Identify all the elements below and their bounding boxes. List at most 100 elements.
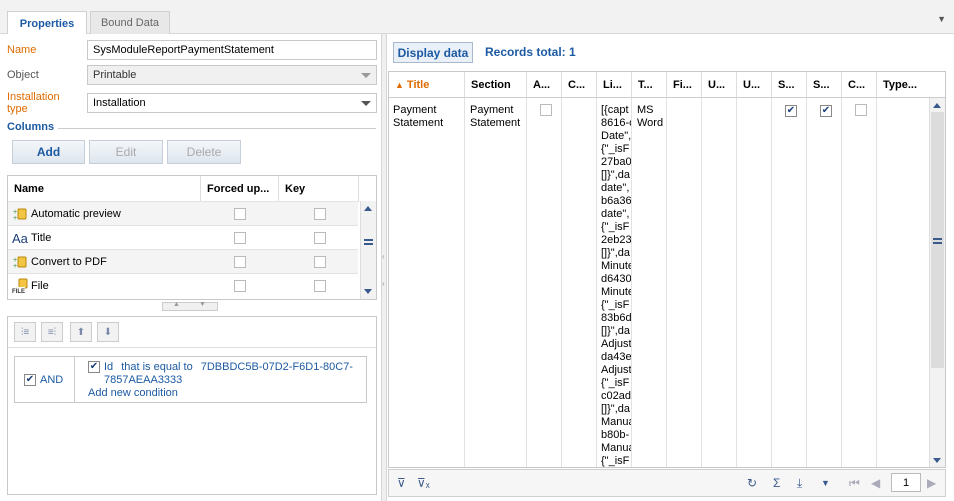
group-conditions-icon[interactable]: ⫶≡: [14, 322, 36, 342]
installation-type-select[interactable]: Installation: [87, 93, 377, 113]
column-header-title[interactable]: ▲ Title: [389, 72, 465, 98]
panel-menu-icon[interactable]: ▼: [937, 14, 946, 24]
key-checkbox[interactable]: [314, 202, 326, 226]
page-number-input[interactable]: 1: [891, 473, 921, 492]
cell-s2-checkbox[interactable]: ✔: [820, 104, 832, 117]
column-header-fi[interactable]: Fi...: [667, 72, 702, 98]
move-down-icon[interactable]: ⬇: [97, 322, 119, 342]
scroll-up-icon[interactable]: [364, 206, 372, 211]
scroll-down-icon[interactable]: [364, 289, 372, 294]
condition-checkbox[interactable]: ✔: [88, 361, 100, 373]
column-header-c2[interactable]: C...: [842, 72, 877, 98]
key-checkbox[interactable]: [314, 274, 326, 298]
column-c: [562, 98, 597, 467]
dropdown-arrow-icon: [361, 73, 371, 78]
dropdown-arrow-icon[interactable]: [361, 101, 371, 106]
forced-update-checkbox[interactable]: [234, 226, 246, 250]
column-header-u2[interactable]: U...: [737, 72, 772, 98]
column-header-forced-update[interactable]: Forced up...: [201, 176, 279, 202]
scroll-thumb-icon[interactable]: [364, 239, 373, 245]
move-up-icon[interactable]: ⬆: [70, 322, 92, 342]
column-header-t[interactable]: T...: [632, 72, 667, 98]
display-data-button[interactable]: Display data: [393, 42, 473, 63]
forced-update-checkbox[interactable]: [234, 250, 246, 274]
key-checkbox[interactable]: [314, 226, 326, 250]
cell-list-line: Adjust: [601, 364, 631, 376]
column-u1: [702, 98, 737, 467]
next-page-icon[interactable]: ▶: [927, 476, 936, 490]
column-header-name[interactable]: Name: [8, 176, 201, 202]
cell-title-line1: Payment: [393, 104, 437, 116]
cell-list-line: 2eb23: [601, 234, 631, 246]
clear-filter-icon[interactable]: ⊽ₓ: [417, 476, 430, 490]
splitter-up-icon[interactable]: ▲: [173, 301, 180, 308]
collapse-left-icon[interactable]: ‹: [382, 252, 386, 264]
horizontal-splitter[interactable]: ▲ ▼: [162, 301, 218, 311]
and-checkbox[interactable]: ✔: [24, 374, 36, 386]
column-header-s1[interactable]: S...: [772, 72, 807, 98]
column-header-key[interactable]: Key: [279, 176, 359, 202]
cell-list-line: {"_isF: [601, 143, 630, 155]
delete-column-button[interactable]: Delete: [167, 140, 241, 164]
export-icon[interactable]: ⤓: [797, 476, 802, 491]
ungroup-conditions-icon[interactable]: ≡⫶: [41, 322, 63, 342]
condition-value-continued[interactable]: 7857AEAA3333: [104, 374, 182, 386]
column-header-c[interactable]: C...: [562, 72, 597, 98]
forced-update-checkbox[interactable]: [234, 202, 246, 226]
cell-c2-checkbox[interactable]: [855, 104, 867, 119]
summary-icon[interactable]: Σ: [773, 476, 780, 490]
key-checkbox[interactable]: [314, 250, 326, 274]
columns-grid: Name Forced up... Key + + Automatic previ…: [7, 175, 377, 300]
cell-list-line: {"_isF: [601, 221, 630, 233]
cell-list-line: 27ba0: [601, 156, 631, 168]
condition-operator[interactable]: that is equal to: [121, 361, 193, 373]
cell-list-line: {"_isF: [601, 377, 630, 389]
data-grid-scrollbar[interactable]: [929, 98, 945, 467]
scroll-up-icon[interactable]: [933, 103, 941, 108]
more-icon[interactable]: ▼: [821, 478, 830, 488]
previous-page-icon[interactable]: ◀: [871, 476, 880, 490]
table-row[interactable]: Aa Title: [8, 225, 358, 249]
scroll-grip-icon[interactable]: [933, 238, 942, 244]
splitter-down-icon[interactable]: ▼: [199, 301, 206, 308]
column-header-s2[interactable]: S...: [807, 72, 842, 98]
cell-s1-checkbox[interactable]: ✔: [785, 104, 797, 117]
edit-column-button[interactable]: Edit: [89, 140, 163, 164]
cell-type[interactable]: MS Word: [637, 104, 663, 130]
grid-footer: ⊽ ⊽ₓ ↻ Σ ⤓ ▼ ⏮ ◀ 1 ▶: [388, 469, 946, 497]
column-header-section[interactable]: Section: [465, 72, 527, 98]
column-header-u1[interactable]: U...: [702, 72, 737, 98]
filter-icon[interactable]: ⊽: [397, 476, 406, 490]
table-row[interactable]: FILE File: [8, 273, 358, 297]
table-row[interactable]: + + Automatic preview: [8, 201, 358, 225]
cell-title[interactable]: Payment Statement: [393, 104, 443, 130]
add-column-button[interactable]: Add: [12, 140, 85, 164]
refresh-icon[interactable]: ↻: [747, 476, 757, 490]
name-label: Name: [7, 44, 37, 56]
name-field[interactable]: SysModuleReportPaymentStatement: [87, 40, 377, 60]
cell-list-line: da43e: [601, 351, 631, 363]
forced-update-checkbox[interactable]: [234, 274, 246, 298]
collapse-right-icon[interactable]: ›: [382, 279, 386, 291]
column-header-type[interactable]: Type...: [877, 72, 945, 98]
tab-properties[interactable]: Properties: [7, 11, 87, 35]
column-header-li[interactable]: Li...: [597, 72, 632, 98]
table-row[interactable]: + + Convert to PDF: [8, 249, 358, 273]
column-header-a[interactable]: A...: [527, 72, 562, 98]
first-page-icon[interactable]: ⏮: [849, 476, 860, 491]
filter-condition[interactable]: ✔ Id that is equal to 7DBBDC5B-07D2-F6D1…: [88, 361, 353, 373]
condition-column[interactable]: Id: [104, 361, 113, 373]
tab-bound-data[interactable]: Bound Data: [90, 11, 170, 34]
lookup-column-icon: + +: [12, 250, 28, 274]
section-divider: [58, 128, 376, 129]
svg-text:+: +: [13, 263, 17, 270]
add-condition-link[interactable]: Add new condition: [88, 387, 178, 399]
scroll-down-icon[interactable]: [933, 458, 941, 463]
columns-scrollbar[interactable]: [360, 201, 376, 299]
cell-section[interactable]: Payment Statement: [470, 104, 520, 130]
and-operator[interactable]: ✔ AND: [24, 374, 63, 386]
cell-list-line: d6430: [601, 273, 631, 285]
cell-a-checkbox[interactable]: [540, 104, 552, 119]
cell-list[interactable]: [{capt8616-cDate",{"_isF27ba0[]}",dadate…: [601, 104, 631, 467]
condition-value[interactable]: 7DBBDC5B-07D2-F6D1-80C7-: [201, 361, 353, 373]
